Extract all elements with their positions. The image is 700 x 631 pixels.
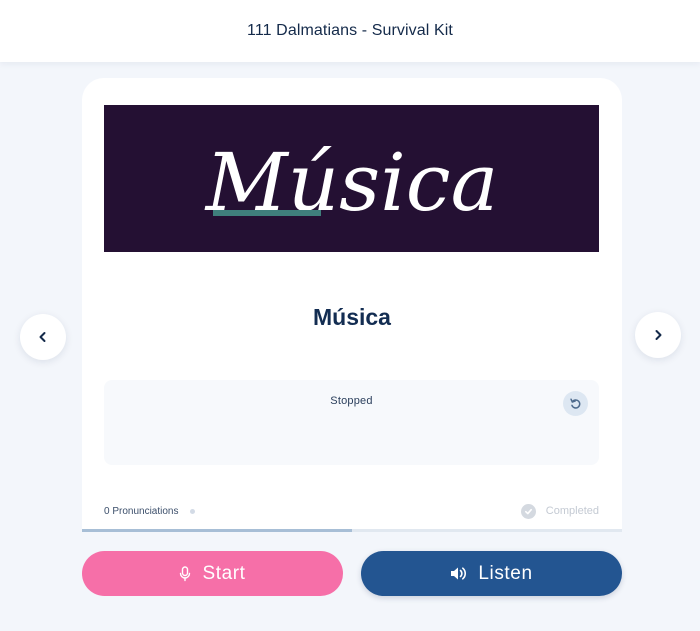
chevron-left-icon xyxy=(39,332,46,342)
lesson-title: 111 Dalmatians - Survival Kit xyxy=(247,22,453,39)
check-circle-icon xyxy=(520,503,536,519)
top-bar: 111 Dalmatians - Survival Kit xyxy=(0,0,700,62)
completed-status: Completed xyxy=(520,503,599,519)
start-label: Start xyxy=(202,562,246,584)
microphone-icon xyxy=(179,565,191,582)
banner-underline xyxy=(213,210,321,216)
completed-label: Completed xyxy=(545,505,599,517)
recording-status: Stopped xyxy=(330,395,373,407)
pronunciations-counter: 0 Pronunciations xyxy=(104,506,195,517)
listen-button[interactable]: Listen xyxy=(361,551,622,596)
word-heading: Música xyxy=(313,304,391,330)
listen-label: Listen xyxy=(478,562,533,584)
reset-icon xyxy=(570,398,581,409)
word-image: Música xyxy=(104,105,599,252)
word-card: Música Música Stopped 0 Pronunciations C… xyxy=(82,78,622,532)
progress-bar xyxy=(82,529,622,532)
chevron-right-icon xyxy=(655,330,662,340)
recording-panel: Stopped xyxy=(104,380,599,465)
next-button[interactable] xyxy=(635,312,681,358)
speaker-icon xyxy=(450,566,467,581)
pronunciations-label: 0 Pronunciations xyxy=(104,505,179,517)
card-footer: 0 Pronunciations Completed xyxy=(104,502,599,520)
reset-button[interactable] xyxy=(563,391,588,416)
previous-button[interactable] xyxy=(20,314,66,360)
progress-fill xyxy=(82,529,352,532)
status-dot xyxy=(189,508,195,514)
start-button[interactable]: Start xyxy=(82,551,343,596)
